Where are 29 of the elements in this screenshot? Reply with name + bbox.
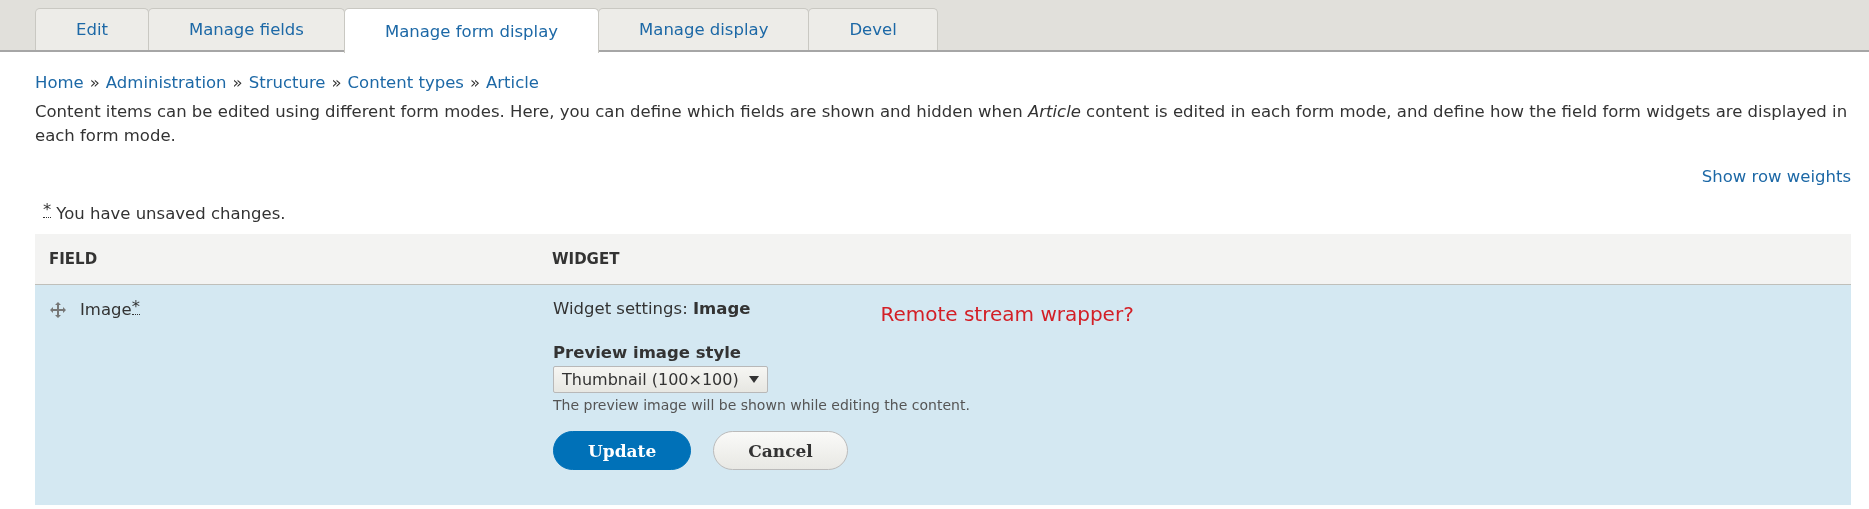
image-style-select[interactable]: Thumbnail (100×100) — [553, 366, 768, 393]
breadcrumb-separator: » — [232, 72, 243, 94]
update-button[interactable]: Update — [553, 431, 692, 470]
field-name: Image — [80, 300, 132, 319]
breadcrumb-link[interactable]: Structure — [248, 72, 326, 94]
breadcrumb-link[interactable]: Administration — [105, 72, 227, 94]
column-header: WIDGET — [538, 234, 1851, 285]
tab[interactable]: Manage fields — [147, 8, 345, 50]
drag-handle-icon[interactable] — [50, 301, 66, 318]
unsaved-message: You have unsaved changes. — [56, 203, 286, 225]
annotation-text: Remote stream wrapper? — [880, 302, 1134, 326]
tab[interactable]: Manage display — [598, 8, 810, 50]
cancel-button[interactable]: Cancel — [713, 431, 848, 470]
widget-settings-text: Widget settings: Image — [553, 299, 751, 318]
field-label: Preview image style — [553, 343, 743, 362]
description-text: Content items can be edited using different form modes. Here, you can define which fields are shown and hidden when Article content is edited in each form mode, and define how the field form widgets are displayed in each form mode. — [35, 101, 1849, 147]
breadcrumb-separator: » — [469, 72, 480, 94]
dropdown-caret-icon — [748, 376, 759, 383]
tab[interactable]: Edit — [35, 8, 149, 50]
breadcrumb-separator: » — [331, 72, 342, 94]
tab[interactable]: Devel — [808, 8, 938, 50]
breadcrumb-link[interactable]: Article — [486, 72, 539, 94]
tab[interactable]: Manage form display — [343, 8, 600, 53]
show-row-weights-link[interactable]: Show row weights — [1701, 166, 1851, 188]
breadcrumb-separator: » — [89, 72, 100, 94]
breadcrumb-link[interactable]: Home — [35, 72, 84, 94]
column-header: FIELD — [35, 234, 538, 285]
breadcrumb-link[interactable]: Content types — [347, 72, 464, 94]
help-text: The preview image will be shown while editing the content. — [553, 397, 971, 413]
